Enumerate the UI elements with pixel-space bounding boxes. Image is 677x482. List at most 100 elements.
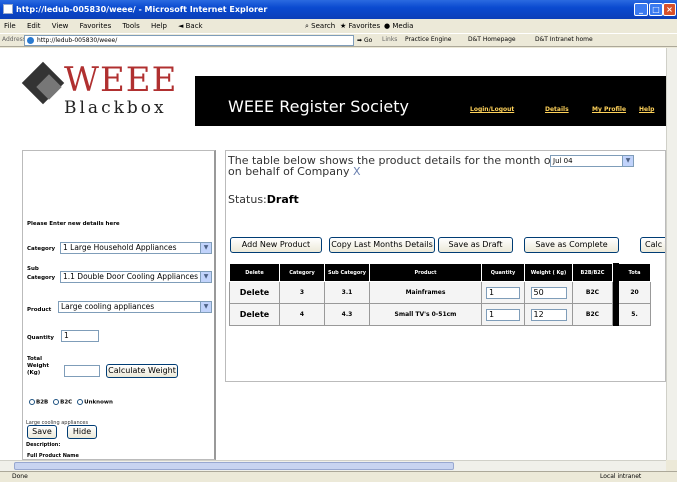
address-input[interactable]: http://ledub-005830/weee/: [24, 35, 354, 46]
maximize-button[interactable]: □: [649, 3, 663, 16]
cell-subcategory: 4.3: [324, 303, 370, 326]
weight-cell-input[interactable]: 12: [530, 308, 567, 321]
radio-b2b[interactable]: [29, 399, 35, 405]
link-dt-intranet[interactable]: D&T Intranet home: [535, 34, 593, 46]
delete-link[interactable]: Delete: [229, 303, 280, 326]
col-delete: Delete: [229, 263, 280, 282]
cell-type: B2C: [572, 281, 613, 304]
go-button[interactable]: ➡ Go: [357, 35, 372, 47]
quantity-cell-input[interactable]: 1: [486, 308, 520, 321]
nav-details[interactable]: Details: [545, 106, 569, 113]
calculate-weight-button[interactable]: Calculate Weight: [106, 364, 178, 378]
col-total: Tota: [618, 263, 651, 282]
quantity-cell-input[interactable]: 1: [486, 286, 520, 299]
radio-b2c[interactable]: [53, 399, 60, 405]
quantity-label: Quantity: [27, 335, 54, 341]
add-new-product-button[interactable]: Add New Product: [230, 237, 322, 253]
sale-type-radios: B2B B2C Unknown: [29, 399, 113, 406]
vertical-scrollbar[interactable]: [666, 48, 677, 460]
cell-product: Small TV's 0-51cm: [369, 303, 482, 326]
form-intro: Please Enter new details here: [27, 221, 120, 227]
cell-total: 5.: [618, 303, 651, 326]
weight-cell-input[interactable]: 50: [530, 286, 567, 299]
nav-help[interactable]: Help: [639, 106, 654, 113]
menu-edit[interactable]: Edit: [27, 22, 41, 30]
full-product-name-label: Full Product Name: [27, 453, 79, 459]
site-title: WEEE Register Society: [228, 97, 409, 116]
favorites-button[interactable]: ★ Favorites: [340, 19, 389, 33]
chevron-down-icon: ▼: [200, 272, 211, 282]
category-value: 1 Large Household Appliances: [63, 243, 177, 252]
back-label: Back: [185, 22, 203, 30]
nav-login-logout[interactable]: Login/Logout: [470, 106, 514, 113]
menu-favorites[interactable]: Favorites: [80, 22, 112, 30]
link-dt-homepage[interactable]: D&T Homepage: [468, 34, 516, 46]
weight-label-3: (Kg): [27, 370, 41, 376]
status-label: Status:: [228, 193, 267, 206]
col-type: B2B/B2C: [572, 263, 613, 282]
quantity-input[interactable]: 1: [61, 330, 99, 342]
status-bar: Done Local intranet: [0, 471, 677, 482]
product-details-panel: The table below shows the product detail…: [225, 150, 666, 382]
favorites-label: Favorites: [348, 22, 381, 30]
back-button[interactable]: ◄ Back: [178, 19, 212, 33]
cell-category: 3: [279, 281, 325, 304]
calc-weight-button[interactable]: Calc W: [640, 237, 665, 253]
product-select[interactable]: Large cooling appliances ▼: [58, 301, 212, 313]
month-select[interactable]: Jul 04 ▼: [550, 155, 634, 167]
logo-weee: WEEE: [64, 60, 178, 100]
minimize-button[interactable]: _: [634, 3, 648, 16]
subcategory-label-2: Category: [27, 275, 56, 281]
menu-help[interactable]: Help: [151, 22, 167, 30]
hide-button[interactable]: Hide: [67, 425, 97, 439]
page-content: WEEE Blackbox WEEE Register Society Logi…: [0, 48, 666, 460]
month-value: Jul 04: [553, 157, 573, 165]
status-line: Status:Draft: [228, 193, 299, 206]
address-url: http://ledub-005830/weee/: [37, 37, 118, 44]
menu-file[interactable]: File: [4, 22, 16, 30]
status-text: Done: [12, 473, 28, 480]
browser-window: http://ledub-005830/weee/ - Microsoft In…: [0, 0, 677, 482]
weight-label-1: Total: [27, 356, 43, 362]
zone-label: Local intranet: [600, 473, 642, 480]
nav-my-profile[interactable]: My Profile: [592, 106, 626, 113]
intro-line-2: on behalf of Company: [228, 165, 350, 178]
delete-link[interactable]: Delete: [229, 281, 280, 304]
subcategory-value: 1.1 Double Door Cooling Appliances: [63, 272, 198, 281]
weight-input[interactable]: [64, 365, 100, 377]
save-as-draft-button[interactable]: Save as Draft: [438, 237, 513, 253]
cell-quantity: 1: [481, 281, 525, 304]
category-select[interactable]: 1 Large Household Appliances ▼: [60, 242, 212, 254]
product-value: Large cooling appliances: [61, 302, 155, 311]
address-bar: Address http://ledub-005830/weee/ ➡ Go L…: [0, 33, 677, 47]
media-button[interactable]: ● Media: [384, 19, 422, 33]
search-button[interactable]: ⌕ Search: [305, 19, 344, 33]
menu-tools[interactable]: Tools: [122, 22, 139, 30]
chevron-down-icon: ▼: [200, 302, 211, 312]
full-product-name-value: Large cooling appliances: [26, 420, 89, 426]
close-button[interactable]: ×: [663, 3, 676, 16]
links-label: Links: [382, 36, 398, 43]
radio-b2b-label: B2B: [36, 399, 49, 406]
save-as-complete-button[interactable]: Save as Complete: [524, 237, 619, 253]
category-label: Category: [27, 246, 56, 252]
scrollbar-thumb[interactable]: [14, 462, 454, 470]
radio-unknown[interactable]: [77, 399, 84, 405]
save-button[interactable]: Save: [27, 425, 57, 439]
subcategory-select[interactable]: 1.1 Double Door Cooling Appliances ▼: [60, 271, 212, 283]
table-row: Delete 3 3.1 Mainframes 1 50 B2C 20: [229, 281, 651, 304]
col-quantity: Quantity: [481, 263, 525, 282]
description-label: Description:: [26, 442, 61, 448]
cell-total: 20: [618, 281, 651, 304]
col-category: Category: [279, 263, 325, 282]
go-label: Go: [363, 37, 373, 44]
chevron-down-icon: ▼: [200, 243, 211, 253]
menu-view[interactable]: View: [52, 22, 69, 30]
col-product: Product: [369, 263, 482, 282]
horizontal-scrollbar[interactable]: [0, 460, 666, 471]
copy-last-months-button[interactable]: Copy Last Months Details: [329, 237, 435, 253]
radio-b2c-label: B2C: [60, 399, 73, 406]
intro-text: The table below shows the product detail…: [228, 155, 634, 178]
ie-icon: [3, 4, 13, 14]
link-practice-engine[interactable]: Practice Engine: [405, 34, 451, 46]
